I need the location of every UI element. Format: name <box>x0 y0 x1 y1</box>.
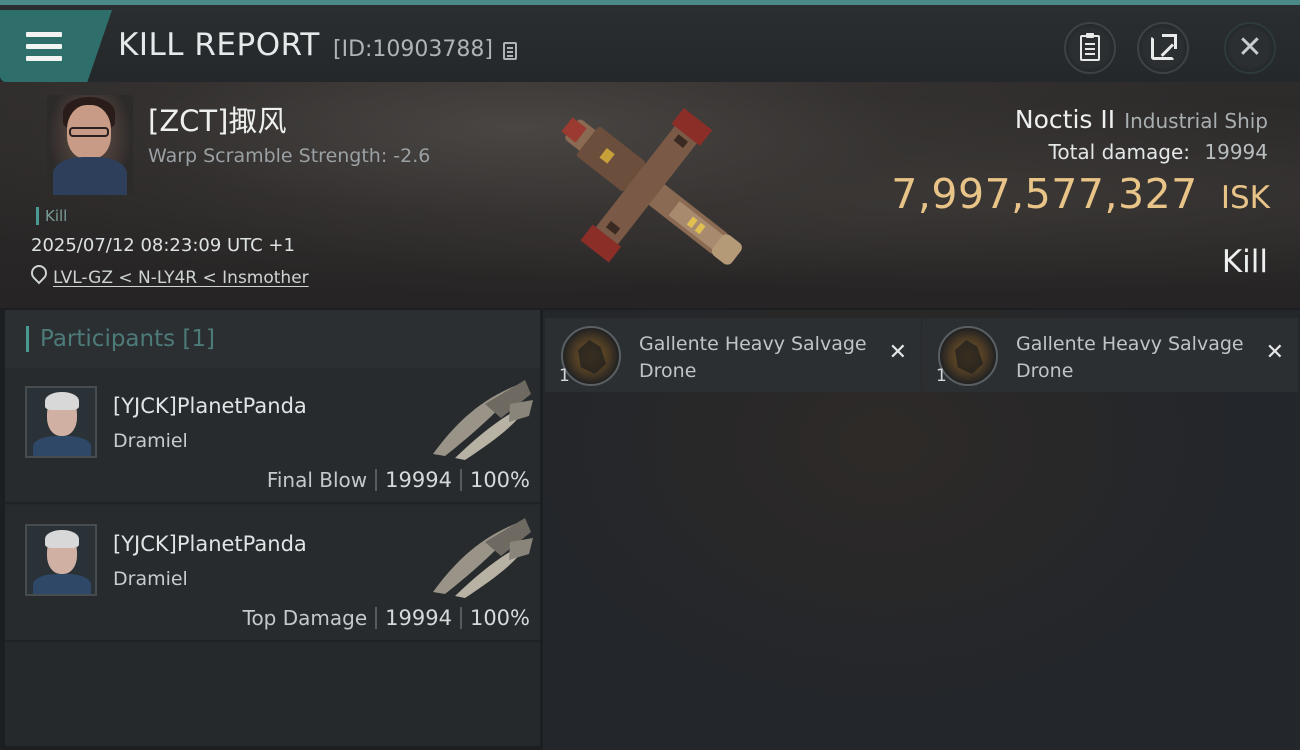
participant-stats: Top Damage 19994 100% <box>243 606 530 630</box>
participant-avatar[interactable] <box>25 524 97 596</box>
participant-name: [YJCK]PlanetPanda <box>113 394 307 418</box>
item-card[interactable]: 1 Gallente Heavy Salvage Drone ✕ <box>922 318 1298 392</box>
drone-icon <box>561 326 621 386</box>
participant-role: Final Blow <box>266 468 368 492</box>
participant-avatar[interactable] <box>25 386 97 458</box>
participants-header: Participants [1] <box>5 310 540 368</box>
ship-class: Industrial Ship <box>1124 109 1268 133</box>
destroyed-icon: ✕ <box>888 340 907 365</box>
ship-name: Noctis II <box>1014 105 1116 134</box>
participant-ship: Dramiel <box>113 430 188 452</box>
item-quantity: 1 <box>936 366 947 386</box>
total-damage-value: 19994 <box>1204 140 1268 164</box>
share-icon <box>1151 34 1177 60</box>
location-link[interactable]: LVL-GZ < N-LY4R < Insmother <box>53 268 309 288</box>
participant-percent: 100% <box>469 606 530 630</box>
kill-datetime: 2025/07/12 08:23:09 UTC +1 <box>31 235 295 256</box>
item-name: Gallente Heavy Salvage Drone <box>1016 333 1244 382</box>
participant-ship: Dramiel <box>113 568 188 590</box>
participant-damage: 19994 <box>385 606 452 630</box>
victim-avatar[interactable] <box>47 95 133 195</box>
victim-ship-image[interactable] <box>530 92 780 292</box>
result-label: Kill <box>1221 244 1268 280</box>
participant-name: [YJCK]PlanetPanda <box>113 532 307 556</box>
item-card[interactable]: 1 Gallente Heavy Salvage Drone ✕ <box>545 318 921 392</box>
close-icon: ✕ <box>1237 30 1263 65</box>
kill-tag: Kill <box>36 207 67 225</box>
share-button[interactable] <box>1137 22 1189 74</box>
participants-panel: Participants [1] [YJCK]PlanetPanda Drami… <box>5 310 540 746</box>
report-id: [ID:10903788] <box>333 37 493 62</box>
copy-icon[interactable] <box>503 42 517 60</box>
total-damage-label: Total damage: <box>1048 140 1191 164</box>
isk-amount: 7,997,577,327 <box>891 170 1198 218</box>
participant-damage: 19994 <box>385 468 452 492</box>
participants-title: Participants [1] <box>40 326 215 352</box>
isk-unit: ISK <box>1220 180 1270 216</box>
destroyed-icon: ✕ <box>1265 340 1284 365</box>
victim-pilot-name[interactable]: [ZCT]掫风 <box>148 98 286 140</box>
drone-icon <box>938 326 998 386</box>
menu-icon <box>26 32 62 62</box>
participant-percent: 100% <box>469 468 530 492</box>
item-quantity: 1 <box>559 366 570 386</box>
location-pin-icon <box>30 265 44 283</box>
close-button[interactable]: ✕ <box>1224 22 1276 74</box>
warp-scramble-strength: Warp Scramble Strength: -2.6 <box>148 145 431 167</box>
total-damage: Total damage: 19994 <box>1049 140 1268 164</box>
participant-row[interactable]: [YJCK]PlanetPanda Dramiel Final Blow 1999… <box>5 368 540 504</box>
top-bar: KILL REPORT [ID:10903788] ✕ <box>0 0 1300 82</box>
participant-role: Top Damage <box>242 606 368 630</box>
participant-row[interactable]: [YJCK]PlanetPanda Dramiel Top Damage 1999… <box>5 506 540 642</box>
participant-ship-image[interactable] <box>425 374 535 460</box>
clipboard-icon <box>1080 33 1100 61</box>
victim-ship[interactable]: Noctis II Industrial Ship <box>1015 105 1268 134</box>
isk-value: 7,997,577,327 ISK <box>891 170 1270 218</box>
participant-stats: Final Blow 19994 100% <box>267 468 530 492</box>
item-name: Gallente Heavy Salvage Drone <box>639 333 867 382</box>
menu-button[interactable] <box>0 10 112 82</box>
page-title: KILL REPORT <box>118 27 320 63</box>
clipboard-button[interactable] <box>1064 22 1116 74</box>
participant-ship-image[interactable] <box>425 512 535 598</box>
